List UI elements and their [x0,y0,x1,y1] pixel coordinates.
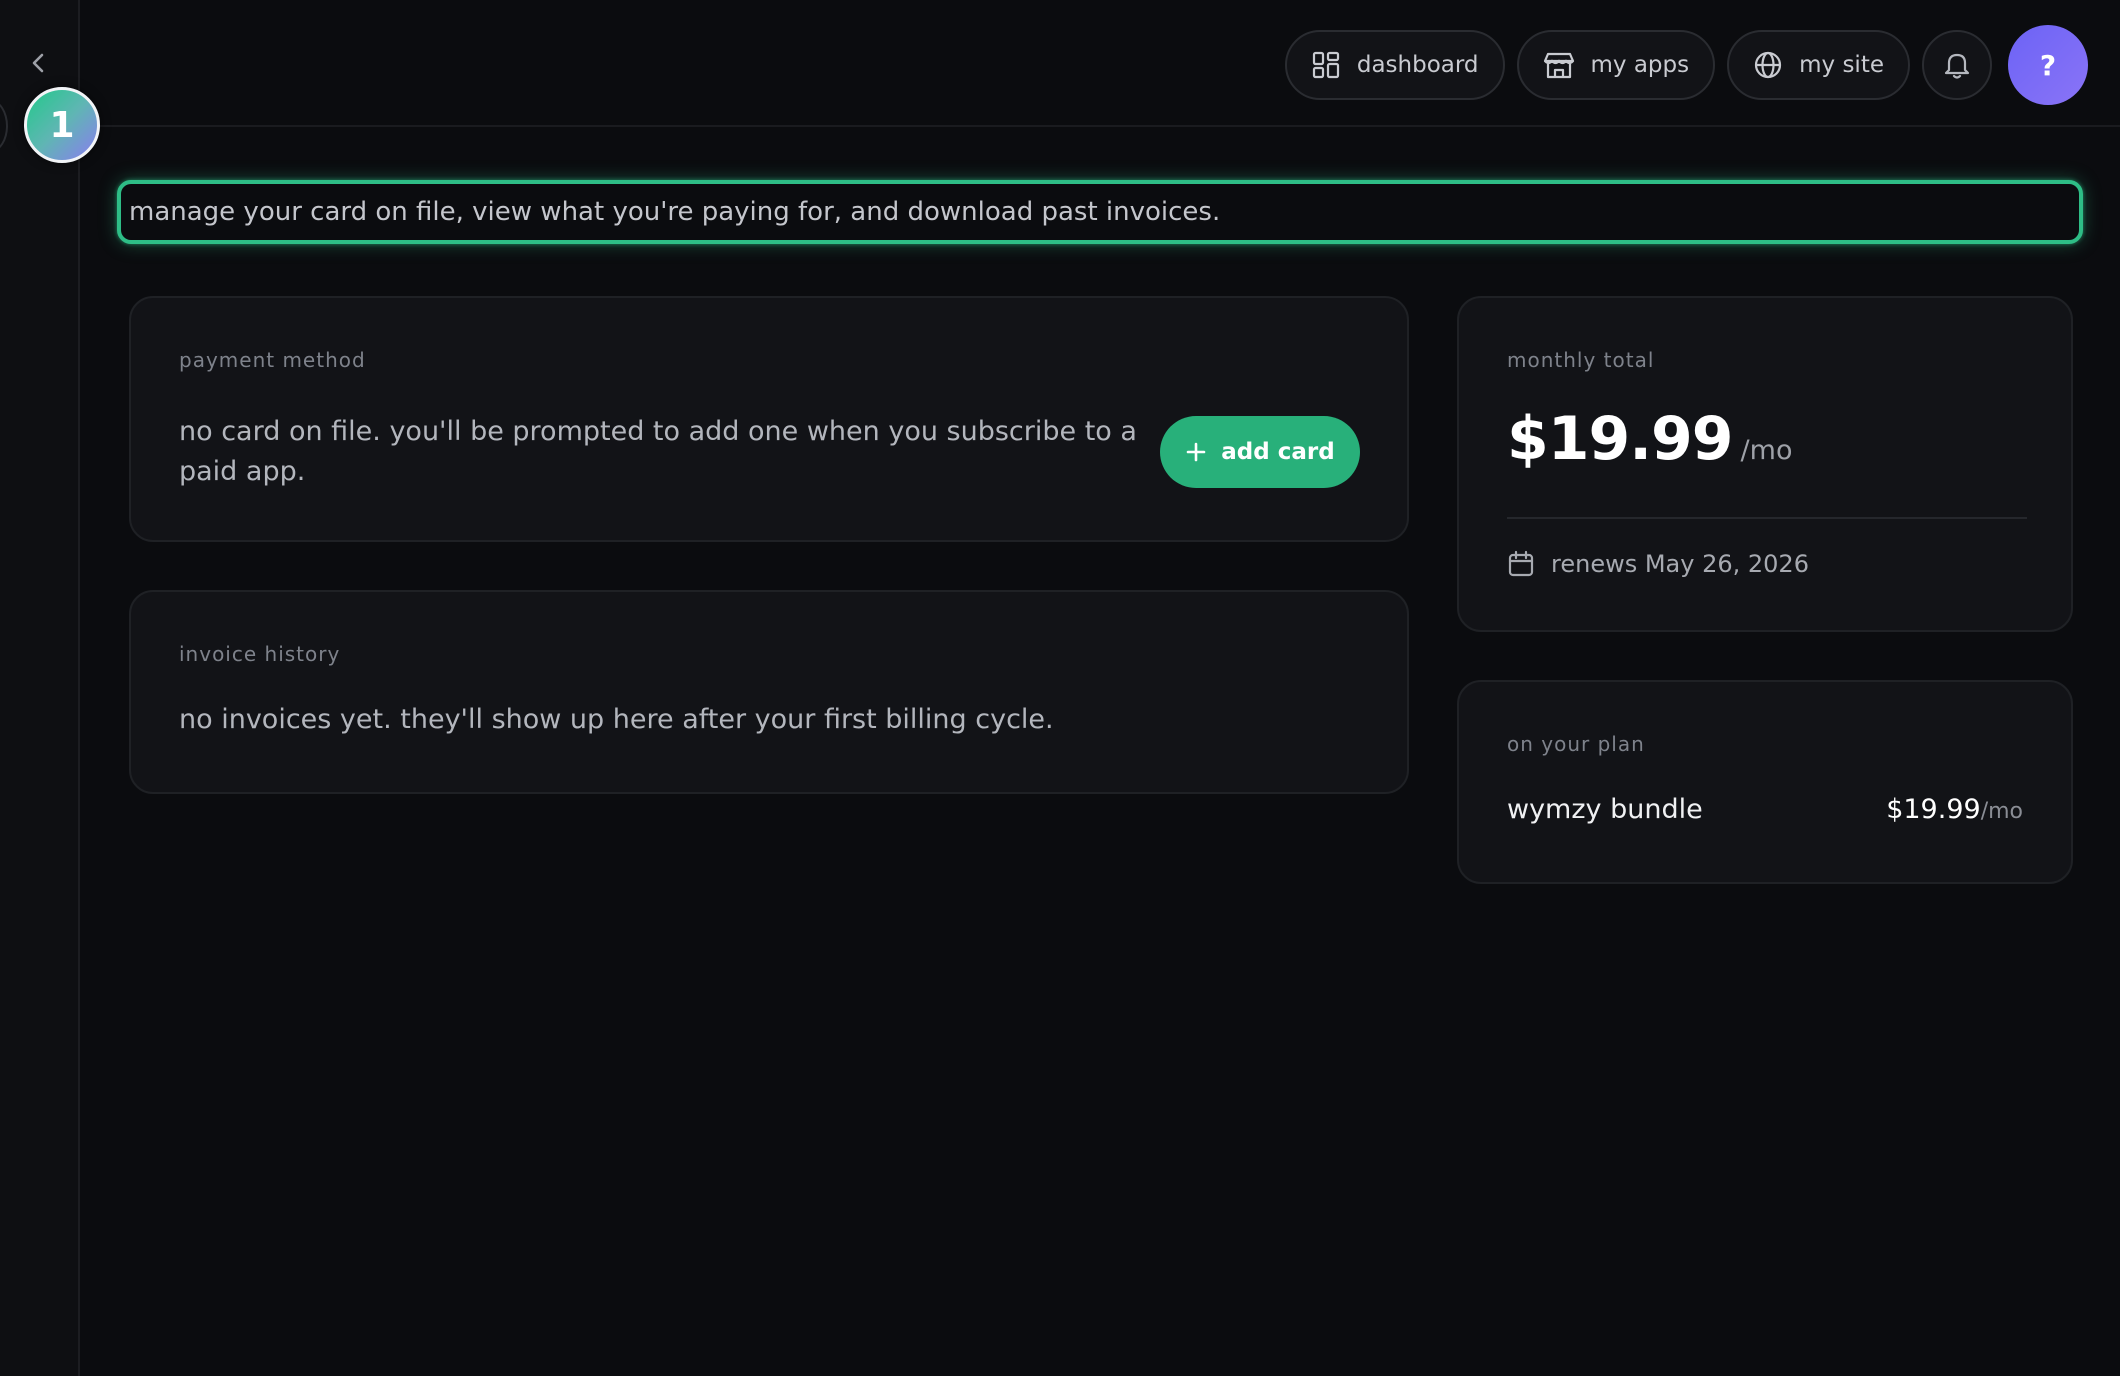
top-bar: dashboard my apps my site ? [80,0,2120,127]
payment-method-text: no card on file. you'll be prompted to a… [179,416,1137,487]
bell-icon [1944,53,1970,79]
grid-icon [1312,51,1339,79]
monthly-total-per: /mo [1740,435,1793,466]
monthly-total-card: monthly total $19.99 /mo renews May 26, … [1457,296,2073,632]
plan-name: wymzy bundle [1507,794,1703,825]
sidebar [0,0,80,1376]
invoice-history-text: no invoices yet. they'll show up here af… [179,704,1054,735]
globe-icon [1755,51,1782,79]
store-icon [1543,52,1574,79]
chevron-left-icon [32,53,44,73]
page-description: manage your card on file, view what you'… [117,180,2083,244]
monthly-total-label: monthly total [1507,348,1655,372]
collapse-sidebar-button[interactable] [24,48,52,78]
renewal-date: renews May 26, 2026 [1507,550,1809,578]
plus-icon [1186,442,1206,462]
nav-dashboard-button[interactable]: dashboard [1284,30,1505,100]
monthly-total-amount: $19.99 /mo [1507,404,1792,474]
account-avatar-button[interactable]: ? [2008,25,2088,105]
invoice-history-label: invoice history [179,642,341,666]
plan-price: $19.99 [1886,794,1981,825]
nav-my-apps-label: my apps [1590,52,1690,78]
add-card-button[interactable]: add card [1160,416,1360,488]
plan-item: wymzy bundle $19.99/mo [1507,794,2023,825]
nav-dashboard-label: dashboard [1356,52,1479,78]
payment-method-card: payment method no card on file. you'll b… [129,296,1409,542]
monthly-total-value: $19.99 [1507,404,1734,474]
plan-per: /mo [1980,799,2023,824]
plan-price-group: $19.99/mo [1886,794,2023,825]
top-nav: dashboard my apps my site ? [1284,25,2088,105]
nav-my-site-label: my site [1799,52,1884,78]
notifications-button[interactable] [1922,30,1992,100]
plan-card: on your plan wymzy bundle $19.99/mo [1457,680,2073,884]
calendar-icon [1508,550,1534,577]
nav-my-site-button[interactable]: my site [1727,30,1910,100]
nav-my-apps-button[interactable]: my apps [1516,30,1716,100]
payment-method-label: payment method [179,348,366,372]
plan-label: on your plan [1507,732,1645,756]
add-card-label: add card [1221,439,1335,465]
invoice-history-card: invoice history no invoices yet. they'll… [129,590,1409,794]
step-badge: 1 [24,87,100,163]
sidebar-edge-handle[interactable] [0,100,8,152]
divider [1507,517,2027,519]
renewal-date-text: renews May 26, 2026 [1551,550,1809,578]
